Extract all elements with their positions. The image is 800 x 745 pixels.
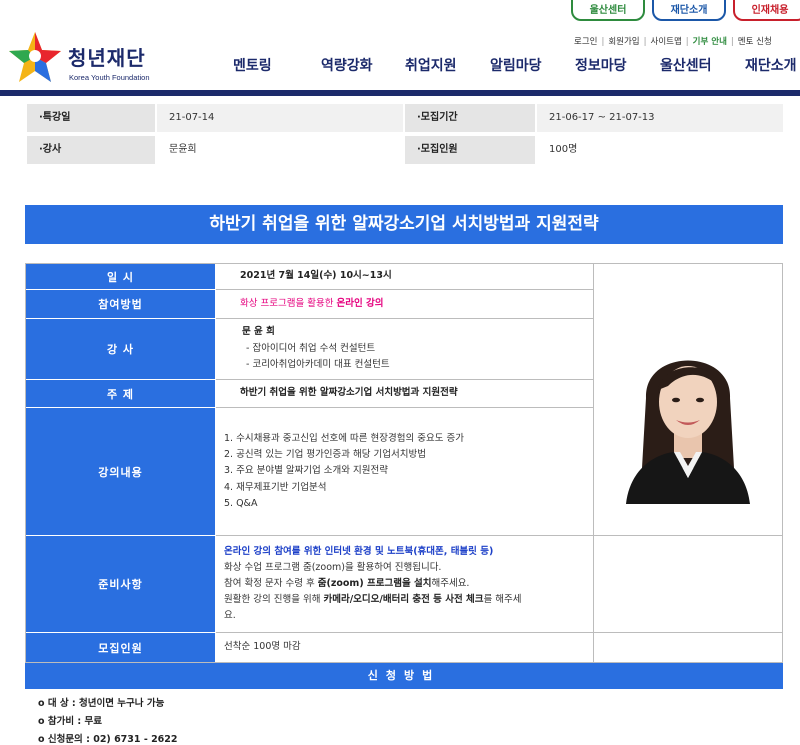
lecturer-photo xyxy=(616,328,760,504)
prep-line: 참여 확정 문자 수령 후 줌(zoom) 프로그램을 설치해주세요. xyxy=(224,576,593,592)
lecturer-label: ·강사 xyxy=(27,136,155,164)
content-item: 3. 주요 분야별 알짜기업 소개와 지원전략 xyxy=(224,465,389,477)
signup-link[interactable]: 회원가입 xyxy=(608,35,639,47)
lecture-title: 하반기 취업을 위한 알짜강소기업 서치방법과 지원전략 xyxy=(25,205,783,244)
content-value: 1. 수시채용과 중고신입 선호에 따른 현장경험의 중요도 증가 2. 공신력… xyxy=(216,408,594,536)
ulsan-center-button[interactable]: 울산센터 xyxy=(571,0,645,21)
info-row: ·강사 문윤희 ·모집인원 100명 xyxy=(27,136,783,164)
topic-value: 하반기 취업을 위한 알짜강소기업 서치방법과 지원전략 xyxy=(216,380,594,408)
nav-mentoring[interactable]: 멘토링 xyxy=(233,55,272,75)
prep-text: 를 해주세 xyxy=(483,594,522,606)
content-item: 1. 수시채용과 중고신입 선호에 따른 현장경험의 중요도 증가 xyxy=(224,433,464,445)
info-summary: ·특강일 21-07-14 ·모집기간 21-06-17 ~ 21-07-13 … xyxy=(27,104,783,164)
capacity-row-value: 선착순 100명 마감 xyxy=(216,633,594,662)
method-value: 화상 프로그램을 활용한 온라인 강의 xyxy=(216,290,594,319)
content-item: 5. Q&A xyxy=(224,497,258,509)
nav-notice[interactable]: 알림마당 xyxy=(490,55,542,75)
prep-text: 참여 확정 문자 수령 후 xyxy=(224,577,318,589)
nav-employment[interactable]: 취업지원 xyxy=(405,55,457,75)
datetime-text: 2021년 7월 14일(수) 10시~13시 xyxy=(240,270,392,282)
recruit-button[interactable]: 인재채용 xyxy=(733,0,800,21)
main-nav: 멘토링 역량강화 취업지원 알림마당 정보마당 울산센터 재단소개 xyxy=(0,55,800,77)
utility-links: 로그인 | 회원가입 | 사이트맵 | 기부 안내 | 멘토 신청 xyxy=(574,35,772,47)
nav-ulsan[interactable]: 울산센터 xyxy=(660,55,712,75)
capacity-label: ·모집인원 xyxy=(405,136,535,164)
capacity-row-label: 모집인원 xyxy=(26,633,215,662)
topic-text: 하반기 취업을 위한 알짜강소기업 서치방법과 지원전략 xyxy=(240,387,458,399)
about-button[interactable]: 재단소개 xyxy=(652,0,726,21)
method-text: 화상 프로그램을 활용한 xyxy=(240,297,337,309)
donation-link[interactable]: 기부 안내 xyxy=(693,35,727,47)
lecturer-name: 문 윤 희 xyxy=(242,326,275,338)
apply-line: o 참가비 : 무료 xyxy=(38,716,102,727)
method-label: 참여방법 xyxy=(26,290,215,319)
header-divider xyxy=(0,90,800,96)
info-row: ·특강일 21-07-14 ·모집기간 21-06-17 ~ 21-07-13 xyxy=(27,104,783,132)
content-item: 4. 재무제표기반 기업분석 xyxy=(224,481,327,493)
lecturer-value: 문윤희 xyxy=(157,136,403,164)
prep-line: 원활한 강의 진행을 위해 카메라/오디오/배터리 충전 등 사전 체크를 해주… xyxy=(224,592,593,608)
prep-highlight: 줌(zoom) 프로그램을 설치 xyxy=(317,577,432,589)
blank-cell xyxy=(594,536,782,633)
content-label: 강의내용 xyxy=(26,408,215,536)
nav-about[interactable]: 재단소개 xyxy=(745,55,797,75)
special-date-value: 21-07-14 xyxy=(157,104,403,132)
prep-line: 온라인 강의 참여를 위한 인터넷 환경 및 노트북(휴대폰, 태블릿 등) xyxy=(224,545,494,557)
apply-method-header: 신청방법 xyxy=(25,663,783,689)
mentor-apply-link[interactable]: 멘토 신청 xyxy=(738,35,772,47)
prep-label: 준비사항 xyxy=(26,536,215,633)
prep-highlight: 카메라/오디오/배터리 충전 등 사전 체크 xyxy=(323,594,484,606)
method-highlight: 온라인 강의 xyxy=(336,297,384,309)
nav-info[interactable]: 정보마당 xyxy=(575,55,627,75)
lecturer-row-label: 강 사 xyxy=(26,319,215,380)
apply-info: o 대 상 : 청년이면 누구나 가능 o 참가비 : 무료 o 신청문의 : … xyxy=(38,695,178,745)
special-date-label: ·특강일 xyxy=(27,104,155,132)
lecturer-photo-cell xyxy=(594,264,782,536)
site-header: 울산센터 재단소개 인재채용 로그인 | 회원가입 | 사이트맵 | 기부 안내 | 멘토 신청… xyxy=(0,0,800,96)
lecture-detail-table: 일 시 2021년 7월 14일(수) 10시~13시 참여방법 화상 프로그램… xyxy=(25,263,783,663)
apply-line: o 대 상 : 청년이면 누구나 가능 xyxy=(38,698,165,709)
login-link[interactable]: 로그인 xyxy=(574,35,597,47)
prep-value: 온라인 강의 참여를 위한 인터넷 환경 및 노트북(휴대폰, 태블릿 등) 화… xyxy=(216,536,594,633)
sitemap-link[interactable]: 사이트맵 xyxy=(651,35,682,47)
apply-line: o 신청문의 : 02) 6731 - 2622 xyxy=(38,734,178,745)
prep-text: 해주세요. xyxy=(431,577,470,589)
topic-label: 주 제 xyxy=(26,380,215,408)
prep-text: 원활한 강의 진행을 위해 xyxy=(224,594,324,606)
content-item: 2. 공신력 있는 기업 평가인증과 해당 기업서치방법 xyxy=(224,449,426,461)
prep-line: 요. xyxy=(224,610,236,622)
capacity-text: 선착순 100명 마감 xyxy=(224,641,301,653)
blank-cell xyxy=(594,633,782,662)
nav-capacity[interactable]: 역량강화 xyxy=(321,55,373,75)
period-label: ·모집기간 xyxy=(405,104,535,132)
lecturer-career-1: - 잡아이디어 취업 수석 컨설턴트 xyxy=(246,342,376,354)
period-value: 21-06-17 ~ 21-07-13 xyxy=(537,104,783,132)
datetime-value: 2021년 7월 14일(수) 10시~13시 xyxy=(216,264,594,290)
lecturer-career-2: - 코리아취업아카데미 대표 컨설턴트 xyxy=(246,359,390,371)
datetime-label: 일 시 xyxy=(26,264,215,290)
lecturer-row-value: 문 윤 희 - 잡아이디어 취업 수석 컨설턴트 - 코리아취업아카데미 대표 … xyxy=(216,319,594,380)
capacity-value: 100명 xyxy=(537,136,783,164)
prep-line: 화상 수업 프로그램 줌(zoom)을 활용하여 진행됩니다. xyxy=(224,561,442,573)
